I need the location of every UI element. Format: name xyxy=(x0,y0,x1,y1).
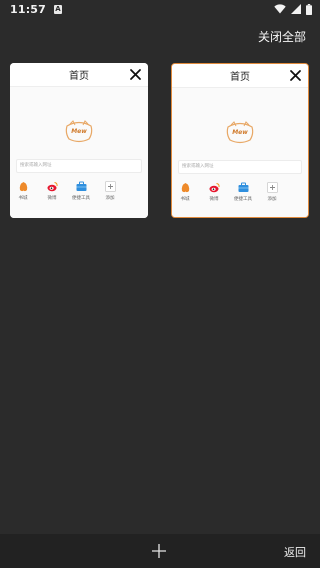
book-icon xyxy=(19,182,27,192)
tab-card-header: 首页 xyxy=(10,63,148,87)
notification-app-icon: A xyxy=(54,4,63,14)
tab-preview: Mew 搜索或输入网址 书城 微博 便捷工具 添加 xyxy=(10,87,148,218)
search-input[interactable]: 搜索或输入网址 xyxy=(178,160,302,174)
bottom-bar: 返回 xyxy=(0,534,320,568)
shortcut-toolbox[interactable]: 便捷工具 xyxy=(72,181,90,201)
shortcut-add[interactable]: 添加 xyxy=(264,182,280,202)
shortcut-book[interactable]: 书城 xyxy=(177,182,193,202)
shortcut-label: 便捷工具 xyxy=(72,196,90,201)
shortcut-label: 微博 xyxy=(209,197,219,202)
wifi-icon xyxy=(274,4,286,14)
shortcut-label: 添加 xyxy=(105,196,115,201)
status-right xyxy=(274,3,312,15)
shortcut-list: 书城 微博 便捷工具 添加 xyxy=(15,181,118,201)
status-bar: 11:57 A xyxy=(0,0,320,18)
tab-card[interactable]: 首页 Mew 搜索或输入网址 书城 微博 便捷工具 添加 xyxy=(10,63,148,218)
close-all-button[interactable]: 关闭全部 xyxy=(258,28,306,45)
toolbox-icon xyxy=(238,182,248,192)
tab-title: 首页 xyxy=(69,71,89,82)
tab-title: 首页 xyxy=(230,72,250,83)
plus-icon[interactable] xyxy=(151,543,167,559)
search-input[interactable]: 搜索或输入网址 xyxy=(16,159,142,173)
add-icon xyxy=(104,181,116,192)
shortcut-label: 添加 xyxy=(267,197,277,202)
add-icon xyxy=(266,182,278,193)
cell-signal-icon xyxy=(291,4,301,14)
tab-card-active[interactable]: 首页 Mew 搜索或输入网址 书城 微博 便捷工具 添加 xyxy=(171,63,309,218)
logo-text: Mew xyxy=(71,128,87,135)
shortcut-weibo[interactable]: 微博 xyxy=(206,182,222,202)
shortcut-label: 便捷工具 xyxy=(234,197,252,202)
close-icon[interactable] xyxy=(289,69,302,82)
shortcut-add[interactable]: 添加 xyxy=(102,181,118,201)
logo-text: Mew xyxy=(232,129,248,136)
status-left: 11:57 A xyxy=(10,2,63,16)
weibo-icon xyxy=(209,183,220,193)
close-icon[interactable] xyxy=(129,68,142,81)
mew-logo: Mew xyxy=(225,121,255,145)
battery-icon xyxy=(306,3,312,15)
mew-logo: Mew xyxy=(64,120,94,144)
shortcut-label: 书城 xyxy=(180,197,190,202)
shortcut-label: 微博 xyxy=(47,196,57,201)
tab-preview: Mew 搜索或输入网址 书城 微博 便捷工具 添加 xyxy=(172,88,308,217)
shortcut-label: 书城 xyxy=(18,196,28,201)
tab-card-header: 首页 xyxy=(172,64,308,88)
back-button[interactable]: 返回 xyxy=(284,544,306,560)
toolbox-icon xyxy=(76,181,86,191)
shortcut-list: 书城 微博 便捷工具 添加 xyxy=(177,182,280,202)
weibo-icon xyxy=(47,182,58,192)
status-time: 11:57 xyxy=(10,2,47,16)
shortcut-toolbox[interactable]: 便捷工具 xyxy=(234,182,252,202)
book-icon xyxy=(181,183,189,193)
shortcut-weibo[interactable]: 微博 xyxy=(44,181,60,201)
shortcut-book[interactable]: 书城 xyxy=(15,181,31,201)
